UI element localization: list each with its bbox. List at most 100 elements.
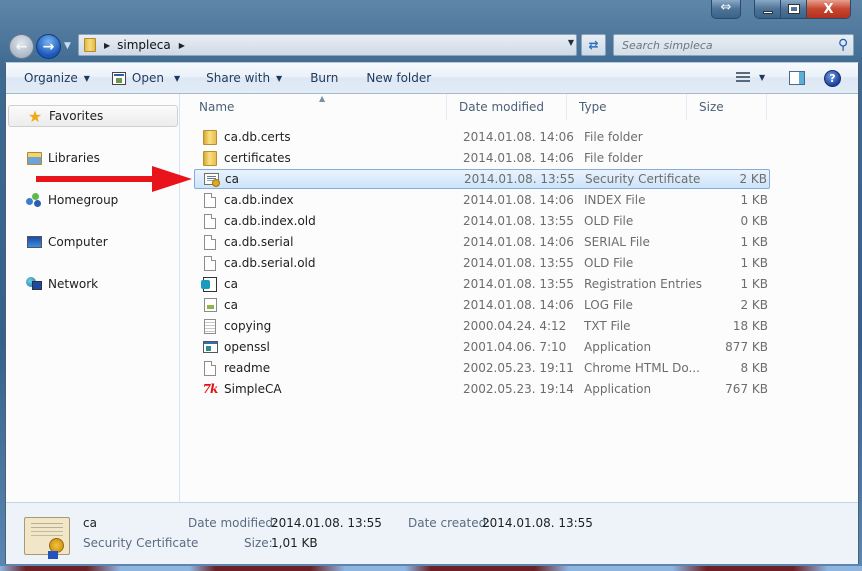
forward-button[interactable]: →: [36, 34, 61, 59]
open-button[interactable]: Open ▼: [106, 67, 186, 89]
document-icon: [202, 255, 218, 271]
document-icon: [202, 234, 218, 250]
sidebar-item-label: Network: [48, 277, 99, 291]
column-header-size[interactable]: Size: [687, 94, 767, 120]
recent-pages-dropdown[interactable]: ▼: [64, 41, 71, 51]
details-date-created: 2014.01.08. 13:55: [482, 516, 593, 530]
maximize-button[interactable]: [781, 0, 807, 18]
minimize-button[interactable]: [755, 0, 781, 18]
sidebar-item-computer[interactable]: Computer: [8, 231, 178, 253]
sidebar-item-homegroup[interactable]: Homegroup: [8, 189, 178, 211]
column-label: Name: [199, 100, 235, 114]
file-row[interactable]: ca.db.certs 2014.01.08. 14:06 File folder: [194, 127, 770, 147]
new-folder-button[interactable]: New folder: [360, 67, 437, 89]
column-header-date-modified[interactable]: Date modified: [447, 94, 567, 120]
file-type: LOG File: [584, 298, 633, 312]
chevron-down-icon[interactable]: ▼: [174, 74, 180, 83]
breadcrumb-item-simpleca[interactable]: simpleca: [117, 38, 171, 52]
sidebar-item-label: Libraries: [48, 151, 100, 165]
address-bar[interactable]: ▶ simpleca ▶ ▼: [78, 34, 577, 56]
column-header-name[interactable]: Name: [187, 94, 447, 120]
details-date-created-label: Date created:: [408, 516, 491, 530]
document-icon: [202, 213, 218, 229]
file-size: 2 KB: [740, 298, 768, 312]
search-box[interactable]: ⚲: [613, 34, 854, 56]
sidebar-item-favorites[interactable]: ★ Favorites: [8, 105, 178, 127]
file-row[interactable]: ca.db.serial.old 2014.01.08. 13:55 OLD Fil…: [194, 253, 770, 273]
file-row[interactable]: ca.db.index 2014.01.08. 14:06 INDEX File 1 …: [194, 190, 770, 210]
file-row[interactable]: ca 2014.01.08. 13:55 Registration Entries 1…: [194, 274, 770, 294]
column-header-type[interactable]: Type: [567, 94, 687, 120]
refresh-button[interactable]: ⇄: [581, 34, 606, 56]
open-program-icon: [111, 71, 126, 85]
address-history-dropdown[interactable]: ▼: [568, 38, 574, 47]
close-button[interactable]: X: [807, 0, 850, 18]
file-row[interactable]: copying 2000.04.24. 4:12 TXT File 18 KB: [194, 316, 770, 336]
sidebar-item-label: Computer: [48, 235, 108, 249]
file-name: copying: [224, 319, 272, 333]
details-pane: ca Security Certificate Date modified: 2…: [6, 502, 858, 564]
burn-button[interactable]: Burn: [304, 67, 344, 89]
help-icon[interactable]: ?: [824, 70, 841, 87]
file-size: 2 KB: [739, 172, 767, 186]
file-row[interactable]: ca 2014.01.08. 14:06 LOG File 2 KB: [194, 295, 770, 315]
organize-button[interactable]: Organize ▼: [18, 67, 96, 89]
file-type: SERIAL File: [584, 235, 650, 249]
simpleca-app-icon: 7k: [202, 382, 219, 396]
file-type: OLD File: [584, 214, 634, 228]
file-name: ca.db.index.old: [224, 214, 316, 228]
document-icon: [202, 192, 218, 208]
file-size: 1 KB: [740, 193, 768, 207]
network-icon: [26, 277, 42, 291]
folder-icon: [202, 150, 218, 166]
libraries-icon: [26, 150, 42, 166]
file-row[interactable]: openssl 2001.04.06. 7:10 Application 877 KB: [194, 337, 770, 357]
caption-buttons: X: [754, 0, 851, 19]
file-size: 8 KB: [740, 361, 768, 375]
text-file-icon: [202, 318, 218, 334]
search-icon[interactable]: ⚲: [838, 37, 848, 53]
file-name: ca.db.certs: [224, 130, 291, 144]
breadcrumb-chevron-icon[interactable]: ▶: [179, 41, 185, 50]
file-row[interactable]: ca.db.index.old 2014.01.08. 13:55 OLD File…: [194, 211, 770, 231]
file-row[interactable]: 7k SimpleCA 2002.05.23. 19:14 Application 76…: [194, 379, 770, 399]
sidebar-item-label: Homegroup: [48, 193, 119, 207]
back-button[interactable]: ←: [9, 34, 34, 59]
sidebar-item-network[interactable]: Network: [8, 273, 178, 295]
snap-button[interactable]: ⇔: [711, 0, 741, 19]
homegroup-icon: [26, 193, 42, 207]
explorer-content: Organize ▼ Open ▼ Share with ▼ Burn New fol…: [5, 62, 859, 564]
view-options-dropdown[interactable]: ▼: [759, 73, 765, 82]
sidebar-item-label: Favorites: [49, 109, 104, 123]
file-date-modified: 2000.04.24. 4:12: [463, 319, 567, 333]
preview-pane-icon[interactable]: [789, 71, 805, 85]
file-row[interactable]: certificates 2014.01.08. 14:06 File folder: [194, 148, 770, 168]
file-type: OLD File: [584, 256, 634, 270]
file-date-modified: 2014.01.08. 13:55: [463, 277, 574, 291]
chevron-down-icon: ▼: [83, 73, 90, 83]
change-view-icon[interactable]: [736, 72, 750, 84]
file-size: 0 KB: [740, 214, 768, 228]
search-input[interactable]: [622, 38, 822, 52]
file-row[interactable]: readme 2002.05.23. 19:11 Chrome HTML Do...…: [194, 358, 770, 378]
organize-label: Organize: [24, 71, 78, 85]
details-file-name: ca: [83, 516, 97, 530]
share-with-label: Share with: [206, 71, 271, 85]
file-type: Application: [584, 340, 652, 354]
navigation-pane: ★ Favorites Libraries Homegroup Computer…: [6, 94, 180, 502]
file-row[interactable]: ca 2014.01.08. 13:55 Security Certificate 2…: [194, 169, 770, 189]
refresh-icon: ⇄: [588, 38, 599, 52]
ribbon-icon: [48, 551, 58, 559]
arrow-shaft: [36, 176, 154, 182]
arrow-right-icon: →: [42, 38, 55, 55]
file-date-modified: 2002.05.23. 19:11: [463, 361, 574, 375]
file-date-modified: 2014.01.08. 13:55: [463, 256, 574, 270]
details-file-type: Security Certificate: [83, 536, 199, 550]
file-row[interactable]: ca.db.serial 2014.01.08. 14:06 SERIAL File…: [194, 232, 770, 252]
file-type: TXT File: [584, 319, 631, 333]
file-name: ca.db.serial.old: [224, 256, 316, 270]
share-with-button[interactable]: Share with ▼: [200, 67, 288, 89]
column-label: Size: [699, 100, 724, 114]
breadcrumb-chevron-icon[interactable]: ▶: [104, 41, 110, 50]
details-date-modified-label: Date modified:: [188, 516, 278, 530]
